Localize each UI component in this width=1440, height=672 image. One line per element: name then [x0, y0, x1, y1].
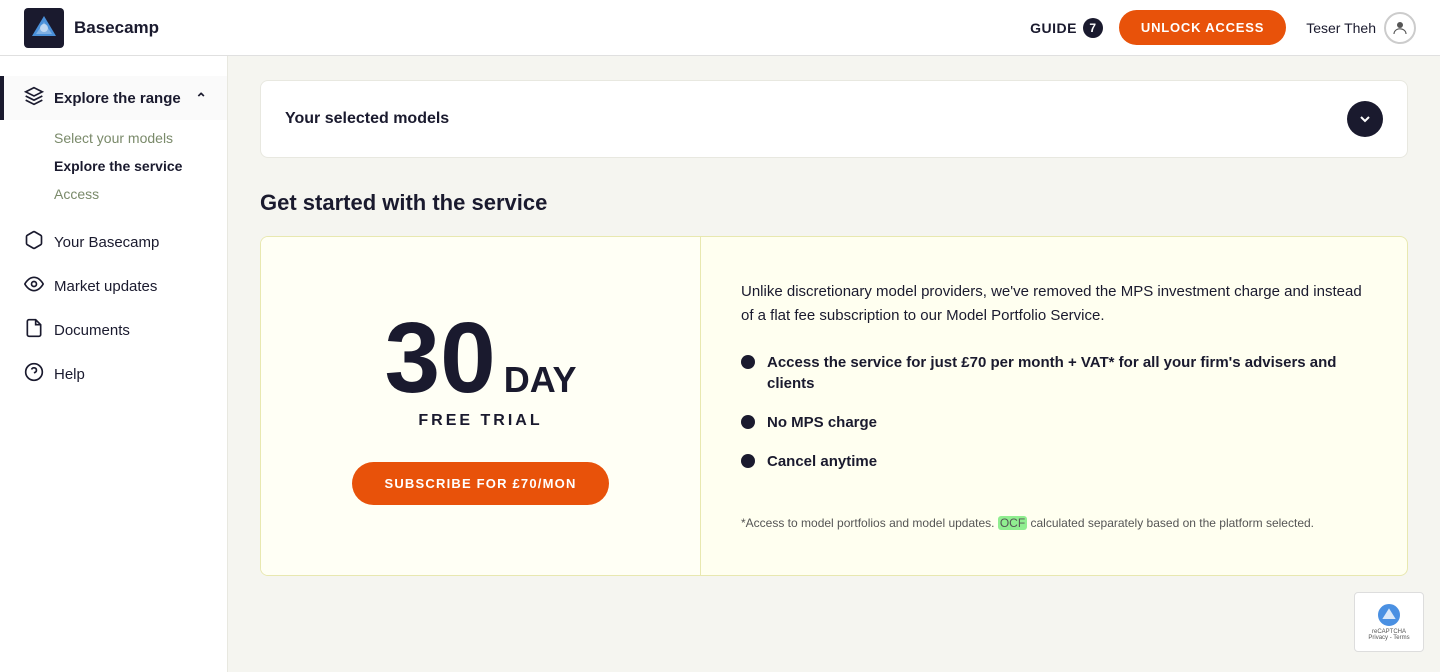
footnote: *Access to model portfolios and model up… — [741, 514, 1367, 532]
trial-day: DAY — [504, 359, 577, 401]
documents-label: Documents — [54, 322, 130, 339]
sidebar-item-documents[interactable]: Documents — [0, 308, 227, 352]
chevron-up-icon: ⌃ — [195, 90, 207, 107]
bullet-dot-1 — [741, 355, 755, 369]
recaptcha-text: reCAPTCHAPrivacy - Terms — [1368, 629, 1409, 641]
user-name: Teser Theh — [1306, 20, 1376, 36]
sidebar-item-market-updates[interactable]: Market updates — [0, 264, 227, 308]
user-menu[interactable]: Teser Theh — [1306, 12, 1416, 44]
help-label: Help — [54, 366, 85, 383]
guide-badge: 7 — [1083, 18, 1103, 38]
recaptcha-icon — [1374, 603, 1404, 627]
recaptcha-badge: reCAPTCHAPrivacy - Terms — [1354, 592, 1424, 652]
sidebar-section-explore: Explore the range ⌃ Select your models E… — [0, 76, 227, 212]
file-icon — [24, 318, 44, 342]
selected-models-card: Your selected models — [260, 80, 1408, 158]
logo-area[interactable]: Basecamp — [24, 8, 159, 48]
top-navigation: Basecamp GUIDE 7 UNLOCK ACCESS Teser The… — [0, 0, 1440, 56]
invesco-logo — [24, 8, 64, 48]
box-icon — [24, 230, 44, 254]
sidebar-item-help[interactable]: Help — [0, 352, 227, 396]
bullet-item-1: Access the service for just £70 per mont… — [741, 352, 1367, 394]
subscribe-button[interactable]: SUBSCRIBE FOR £70/MON — [352, 462, 608, 505]
get-started-card: 30 DAY FREE TRIAL SUBSCRIBE FOR £70/MON … — [260, 236, 1408, 576]
trial-label: FREE TRIAL — [418, 412, 542, 430]
sidebar-item-select-models[interactable]: Select your models — [54, 124, 227, 152]
help-circle-icon — [24, 362, 44, 386]
market-updates-label: Market updates — [54, 278, 157, 295]
app-title: Basecamp — [74, 18, 159, 38]
sidebar-item-access[interactable]: Access — [54, 180, 227, 208]
ocf-highlight: OCF — [998, 516, 1027, 530]
sidebar-item-explore-range[interactable]: Explore the range ⌃ — [0, 76, 227, 120]
layers-icon — [24, 86, 44, 110]
feature-list: Access the service for just £70 per mont… — [741, 352, 1367, 490]
bullet-text-1: Access the service for just £70 per mont… — [767, 352, 1367, 394]
bullet-text-2: No MPS charge — [767, 412, 877, 433]
bullet-dot-3 — [741, 454, 755, 468]
trial-number-row: 30 DAY — [385, 308, 577, 408]
sidebar-item-basecamp[interactable]: Your Basecamp — [0, 220, 227, 264]
trial-panel: 30 DAY FREE TRIAL SUBSCRIBE FOR £70/MON — [261, 237, 701, 575]
footnote-post: calculated separately based on the platf… — [1027, 516, 1314, 530]
explore-range-label: Explore the range — [54, 90, 181, 107]
get-started-heading: Get started with the service — [260, 190, 1408, 216]
bullet-item-2: No MPS charge — [741, 412, 1367, 433]
main-layout: Explore the range ⌃ Select your models E… — [0, 56, 1440, 672]
guide-button[interactable]: GUIDE 7 — [1030, 18, 1103, 38]
info-description: Unlike discretionary model providers, we… — [741, 280, 1367, 328]
basecamp-label: Your Basecamp — [54, 234, 159, 251]
info-panel: Unlike discretionary model providers, we… — [701, 237, 1407, 575]
bullet-text-3: Cancel anytime — [767, 451, 877, 472]
sidebar-item-explore-service[interactable]: Explore the service — [54, 152, 227, 180]
unlock-access-button[interactable]: UNLOCK ACCESS — [1119, 10, 1286, 45]
user-avatar — [1384, 12, 1416, 44]
bullet-dot-2 — [741, 415, 755, 429]
trial-number: 30 — [385, 308, 496, 408]
selected-models-toggle[interactable] — [1347, 101, 1383, 137]
main-content: Your selected models Get started with th… — [228, 56, 1440, 672]
eye-icon — [24, 274, 44, 298]
sidebar: Explore the range ⌃ Select your models E… — [0, 56, 228, 672]
footnote-pre: *Access to model portfolios and model up… — [741, 516, 998, 530]
selected-models-title: Your selected models — [285, 110, 449, 128]
sidebar-sub-menu: Select your models Explore the service A… — [0, 120, 227, 212]
bullet-item-3: Cancel anytime — [741, 451, 1367, 472]
